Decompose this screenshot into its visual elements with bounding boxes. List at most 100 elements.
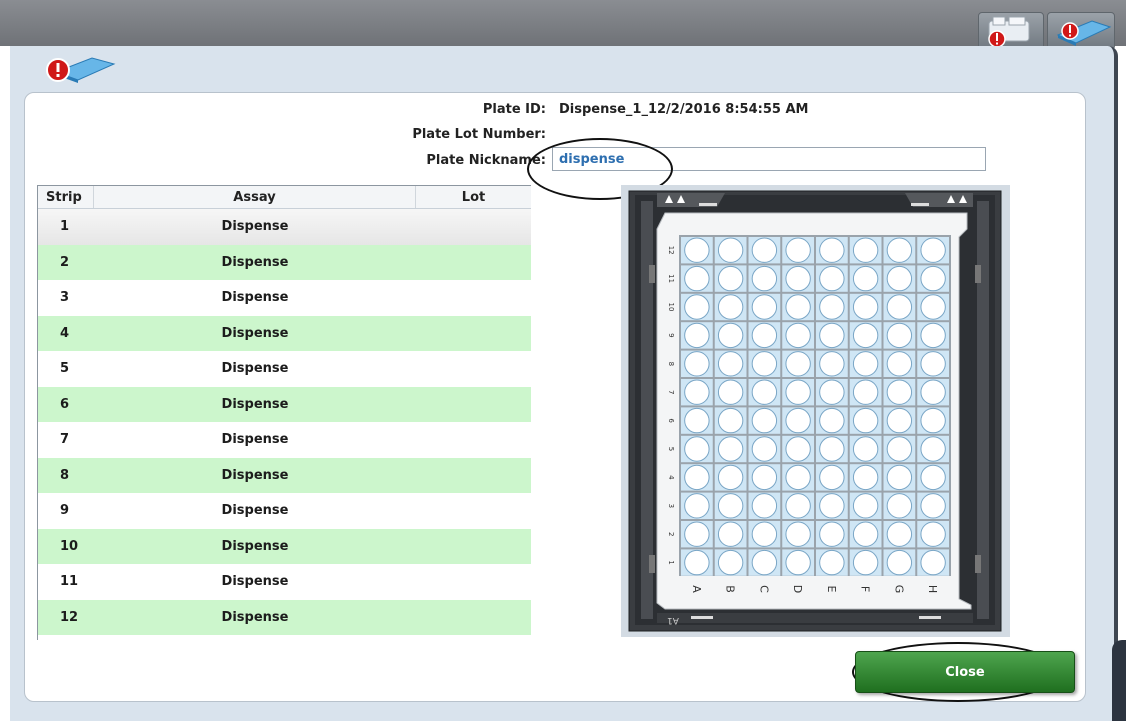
well-C3[interactable] <box>751 493 778 519</box>
well-C7[interactable] <box>751 379 778 405</box>
close-button[interactable]: Close <box>855 651 1075 693</box>
well-B2[interactable] <box>717 521 744 547</box>
well-B5[interactable] <box>717 436 744 462</box>
plate-nickname-input[interactable] <box>552 147 986 171</box>
table-row[interactable]: 11 Dispense <box>38 564 531 600</box>
well-G6[interactable] <box>886 407 913 434</box>
well-E8[interactable] <box>819 351 845 377</box>
column-header-strip[interactable]: Strip <box>38 186 94 208</box>
well-E2[interactable] <box>819 521 845 547</box>
table-row[interactable]: 10 Dispense <box>38 528 531 564</box>
well-A9[interactable] <box>684 322 710 349</box>
well-D11[interactable] <box>785 265 811 292</box>
well-D6[interactable] <box>785 407 811 434</box>
well-D3[interactable] <box>785 493 811 519</box>
well-D9[interactable] <box>785 322 811 349</box>
well-F8[interactable] <box>852 351 879 377</box>
well-A4[interactable] <box>684 464 710 491</box>
table-row[interactable]: 4 Dispense <box>38 315 531 351</box>
table-row[interactable]: 2 Dispense <box>38 244 531 280</box>
well-G5[interactable] <box>886 436 913 462</box>
well-E12[interactable] <box>819 237 845 263</box>
well-A10[interactable] <box>684 294 710 320</box>
well-B8[interactable] <box>717 351 744 377</box>
well-F5[interactable] <box>852 436 879 462</box>
well-H7[interactable] <box>920 379 946 405</box>
well-F2[interactable] <box>852 521 879 547</box>
well-C12[interactable] <box>751 237 778 263</box>
well-G9[interactable] <box>886 322 913 349</box>
well-C6[interactable] <box>751 407 778 434</box>
table-row[interactable]: 12 Dispense <box>38 599 531 635</box>
well-D5[interactable] <box>785 436 811 462</box>
well-E4[interactable] <box>819 464 845 491</box>
well-H11[interactable] <box>920 265 946 292</box>
well-E5[interactable] <box>819 436 845 462</box>
table-row[interactable]: 7 Dispense <box>38 422 531 458</box>
well-G1[interactable] <box>886 549 913 576</box>
well-H5[interactable] <box>920 436 946 462</box>
well-B10[interactable] <box>717 294 744 320</box>
column-header-lot[interactable]: Lot <box>416 186 531 208</box>
well-C8[interactable] <box>751 351 778 377</box>
well-F12[interactable] <box>852 237 879 263</box>
well-E9[interactable] <box>819 322 845 349</box>
well-H9[interactable] <box>920 322 946 349</box>
well-E11[interactable] <box>819 265 845 292</box>
well-E3[interactable] <box>819 493 845 519</box>
well-B11[interactable] <box>717 265 744 292</box>
well-G7[interactable] <box>886 379 913 405</box>
table-row[interactable]: 6 Dispense <box>38 386 531 422</box>
well-E7[interactable] <box>819 379 845 405</box>
well-D2[interactable] <box>785 521 811 547</box>
well-B3[interactable] <box>717 493 744 519</box>
well-B12[interactable] <box>717 237 744 263</box>
well-C1[interactable] <box>751 549 778 576</box>
well-H10[interactable] <box>920 294 946 320</box>
well-A1[interactable] <box>684 549 710 576</box>
well-G10[interactable] <box>886 294 913 320</box>
well-H4[interactable] <box>920 464 946 491</box>
well-F10[interactable] <box>852 294 879 320</box>
well-B9[interactable] <box>717 322 744 349</box>
well-C5[interactable] <box>751 436 778 462</box>
well-F9[interactable] <box>852 322 879 349</box>
well-F3[interactable] <box>852 493 879 519</box>
well-F1[interactable] <box>852 549 879 576</box>
well-B6[interactable] <box>717 407 744 434</box>
well-B7[interactable] <box>717 379 744 405</box>
column-header-assay[interactable]: Assay <box>94 186 416 208</box>
well-C4[interactable] <box>751 464 778 491</box>
well-A3[interactable] <box>684 493 710 519</box>
well-E6[interactable] <box>819 407 845 434</box>
well-D12[interactable] <box>785 237 811 263</box>
well-F4[interactable] <box>852 464 879 491</box>
plate-warning-button[interactable] <box>1047 12 1115 50</box>
well-H3[interactable] <box>920 493 946 519</box>
well-C2[interactable] <box>751 521 778 547</box>
table-row[interactable]: 3 Dispense <box>38 280 531 316</box>
well-E1[interactable] <box>819 549 845 576</box>
well-A5[interactable] <box>684 436 710 462</box>
well-A2[interactable] <box>684 521 710 547</box>
device-warning-button[interactable] <box>978 12 1044 50</box>
table-row[interactable]: 1 Dispense <box>38 209 531 245</box>
well-D7[interactable] <box>785 379 811 405</box>
well-F7[interactable] <box>852 379 879 405</box>
table-row[interactable]: 8 Dispense <box>38 457 531 493</box>
well-G3[interactable] <box>886 493 913 519</box>
well-H2[interactable] <box>920 521 946 547</box>
table-row[interactable]: 9 Dispense <box>38 493 531 529</box>
well-F6[interactable] <box>852 407 879 434</box>
well-A11[interactable] <box>684 265 710 292</box>
well-H1[interactable] <box>920 549 946 576</box>
well-F11[interactable] <box>852 265 879 292</box>
well-A6[interactable] <box>684 407 710 434</box>
table-row[interactable]: 5 Dispense <box>38 351 531 387</box>
well-D4[interactable] <box>785 464 811 491</box>
well-C9[interactable] <box>751 322 778 349</box>
well-C10[interactable] <box>751 294 778 320</box>
well-A8[interactable] <box>684 351 710 377</box>
well-C11[interactable] <box>751 265 778 292</box>
well-A12[interactable] <box>684 237 710 263</box>
